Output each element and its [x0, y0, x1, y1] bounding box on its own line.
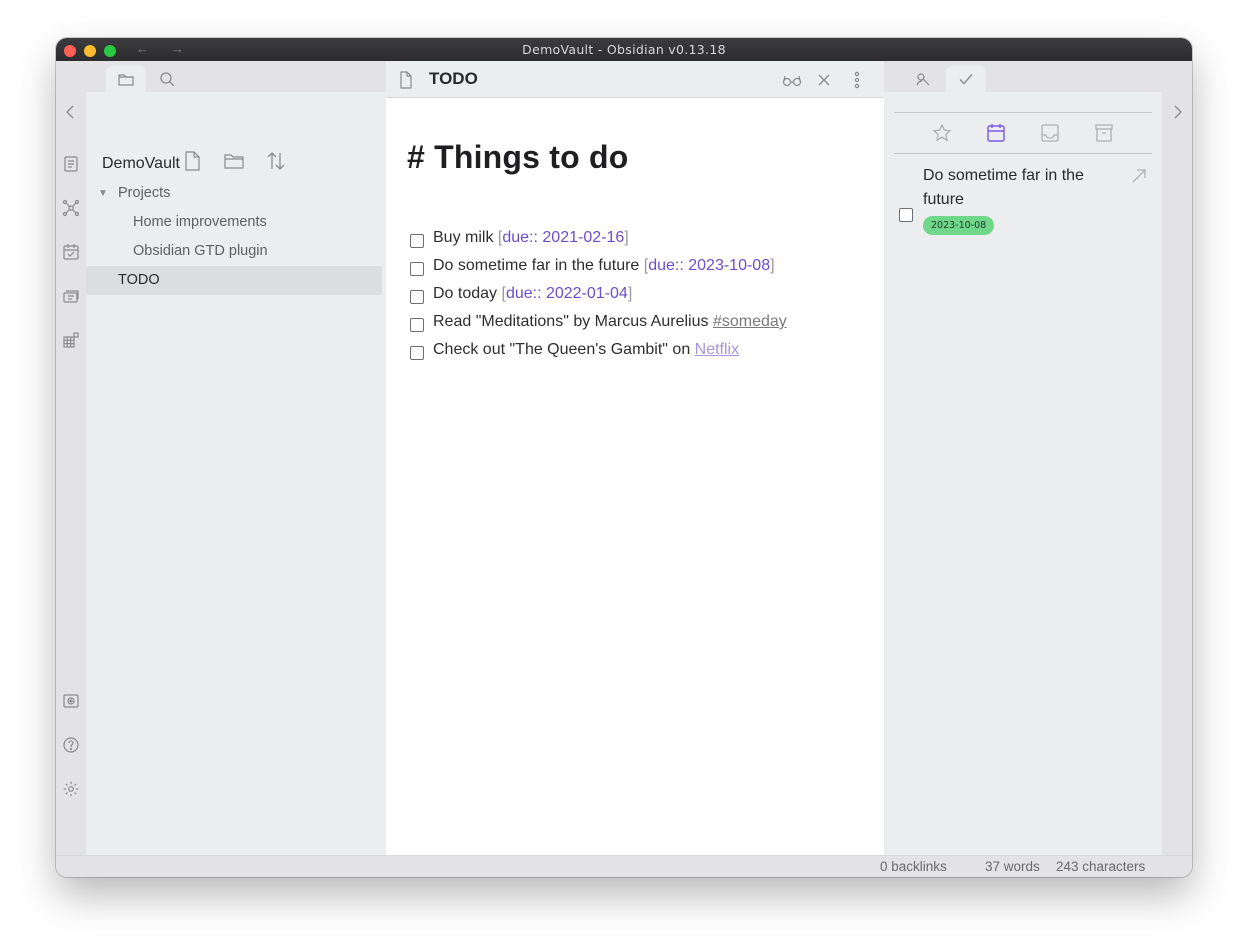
settings-gear-icon[interactable]	[62, 780, 80, 798]
task-text[interactable]: Do sometime far in the future	[433, 257, 644, 274]
file-explorer-pane: DemoVault ▼ Projects Home improvements O…	[86, 61, 386, 855]
word-count: 37 words	[985, 859, 1040, 874]
vault-name[interactable]: DemoVault	[102, 155, 180, 173]
tag-someday[interactable]: #someday	[713, 313, 787, 330]
task-text[interactable]: Read "Meditations" by Marcus Aurelius	[433, 313, 713, 330]
link-netflix[interactable]: Netflix	[695, 341, 739, 358]
left-sidebar-tabs	[86, 61, 386, 92]
close-tab-icon[interactable]	[816, 71, 832, 89]
task-checkbox[interactable]	[410, 346, 424, 360]
task-checkbox[interactable]	[410, 290, 424, 304]
open-vault-icon[interactable]	[62, 692, 80, 710]
task-text[interactable]: Do today	[433, 285, 501, 302]
task-checkbox[interactable]	[410, 234, 424, 248]
backlinks-icon[interactable]	[914, 70, 932, 88]
search-icon[interactable]	[158, 70, 176, 88]
new-note-icon[interactable]	[181, 150, 203, 172]
window-title: DemoVault - Obsidian v0.13.18	[522, 42, 726, 57]
backlinks-count[interactable]: 0 backlinks	[880, 859, 947, 874]
quick-switcher-icon[interactable]	[62, 155, 80, 173]
due-date-badge: 2023-10-08	[923, 216, 995, 235]
folder-projects[interactable]: Projects	[118, 185, 170, 201]
task-due-field[interactable]: due:: 2023-10-08	[648, 257, 770, 274]
left-ribbon	[56, 61, 86, 855]
calendar-icon[interactable]	[986, 123, 1006, 143]
new-folder-icon[interactable]	[223, 150, 245, 172]
collapse-right-sidebar-icon[interactable]	[1168, 103, 1186, 121]
help-icon[interactable]	[62, 736, 80, 754]
editor-pane: TODO # Things to do Buy milk [due:: 2021…	[386, 61, 884, 855]
sort-order-icon[interactable]	[265, 150, 287, 172]
divider	[894, 112, 1152, 113]
document-icon	[400, 71, 412, 89]
star-icon[interactable]	[932, 123, 952, 143]
task-checkbox[interactable]	[410, 262, 424, 276]
inbox-icon[interactable]	[1040, 123, 1060, 143]
gtd-pane: Do sometime far in the future 2023-10-08	[884, 61, 1162, 855]
checkmark-icon	[959, 74, 973, 85]
character-count: 243 characters	[1056, 859, 1146, 874]
templates-icon[interactable]	[62, 331, 80, 349]
right-ribbon	[1162, 61, 1192, 855]
graph-view-icon[interactable]	[62, 199, 80, 217]
archive-icon[interactable]	[1094, 123, 1114, 143]
app-window: ← → DemoVault - Obsidian v0.13.18 DemoVa…	[56, 38, 1192, 877]
editor-tab-title[interactable]: TODO	[429, 69, 478, 89]
task-checkbox[interactable]	[410, 318, 424, 332]
file-home-improvements[interactable]: Home improvements	[133, 214, 267, 230]
gtd-task-checkbox[interactable]	[899, 208, 913, 222]
more-options-icon[interactable]	[851, 70, 863, 90]
file-obsidian-gtd-plugin[interactable]: Obsidian GTD plugin	[133, 243, 268, 259]
bracket-close: ]	[627, 285, 633, 302]
status-bar: 0 backlinks 37 words 243 characters	[56, 855, 1192, 877]
bracket-close: ]	[624, 229, 629, 246]
note-heading[interactable]: # Things to do	[407, 139, 628, 176]
gtd-task-text[interactable]: Do sometime far in the future	[923, 164, 1103, 212]
file-todo[interactable]: TODO	[118, 272, 160, 288]
reading-mode-glasses-icon[interactable]	[782, 71, 802, 89]
editor-header: TODO	[386, 61, 884, 98]
right-sidebar-tabs	[884, 61, 1162, 92]
task-text[interactable]: Check out "The Queen's Gambit" on	[433, 341, 695, 358]
folder-icon	[118, 74, 134, 86]
open-task-arrow-icon[interactable]	[1130, 167, 1148, 185]
slides-icon[interactable]	[62, 287, 80, 305]
folder-collapse-icon[interactable]: ▼	[98, 188, 108, 199]
task-text[interactable]: Buy milk	[433, 229, 498, 246]
task-due-field[interactable]: due:: 2022-01-04	[506, 285, 628, 302]
daily-note-calendar-icon[interactable]	[62, 243, 80, 261]
collapse-left-sidebar-icon[interactable]	[62, 103, 80, 121]
bracket-close: ]	[770, 257, 775, 274]
title-bar: ← → DemoVault - Obsidian v0.13.18	[56, 38, 1192, 61]
divider	[894, 153, 1152, 154]
task-due-field[interactable]: due:: 2021-02-16	[502, 229, 624, 246]
